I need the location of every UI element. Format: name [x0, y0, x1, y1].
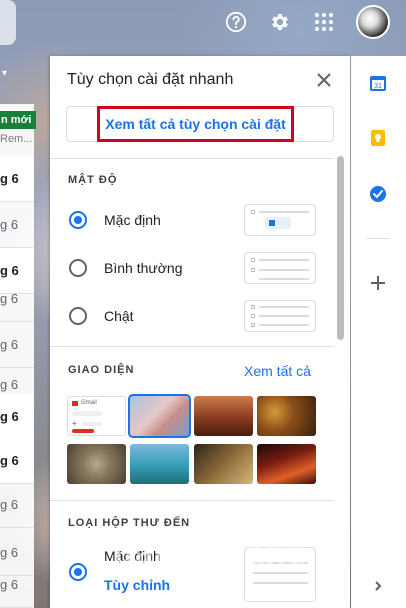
density-comfortable-label: Bình thường: [104, 260, 183, 276]
density-default-thumbnail[interactable]: [244, 204, 316, 236]
density-heading: MẬT ĐỘ: [68, 174, 118, 186]
theme-chess-tile[interactable]: [194, 444, 253, 484]
density-compact-label: Chật: [104, 308, 134, 324]
theme-rock-tile[interactable]: [257, 444, 316, 484]
gear-icon[interactable]: [266, 8, 294, 36]
density-comfortable-radio[interactable]: [69, 259, 87, 277]
divider: [50, 158, 334, 159]
table-row[interactable]: g 6: [0, 156, 34, 202]
divider: [50, 346, 334, 347]
see-all-themes-link[interactable]: Xem tất cả: [244, 363, 311, 379]
table-row[interactable]: g 6: [0, 562, 34, 608]
tasks-icon[interactable]: [367, 183, 389, 205]
table-row[interactable]: g 6: [0, 276, 34, 322]
close-icon[interactable]: [314, 70, 334, 90]
svg-text:31: 31: [374, 83, 382, 90]
theme-leaves-tile[interactable]: [257, 396, 316, 436]
density-comfortable-thumbnail[interactable]: [244, 252, 316, 284]
chevron-right-icon[interactable]: [367, 575, 389, 597]
search-bar[interactable]: [0, 0, 16, 45]
inbox-customize-link[interactable]: Tùy chỉnh: [104, 577, 170, 593]
new-mail-badge: n mới: [0, 111, 36, 129]
table-row[interactable]: g 6: [0, 482, 34, 528]
density-default-radio[interactable]: [69, 211, 87, 229]
watermark: uantrimang: [113, 534, 309, 572]
density-compact-radio[interactable]: [69, 307, 87, 325]
apps-grid-icon[interactable]: [310, 8, 338, 36]
calendar-icon[interactable]: 31: [367, 72, 389, 94]
theme-blossom-tile[interactable]: [128, 394, 191, 438]
theme-default-tile[interactable]: Gmail +: [67, 396, 126, 436]
quick-settings-panel: Tùy chọn cài đặt nhanh Xem tất cả tùy ch…: [50, 56, 350, 608]
divider: [366, 238, 390, 239]
inbox-default-radio[interactable]: [69, 563, 87, 581]
scrollbar[interactable]: [337, 156, 344, 340]
keep-icon[interactable]: [367, 127, 389, 149]
avatar[interactable]: [356, 5, 390, 39]
theme-shell-tile[interactable]: [67, 444, 126, 484]
theme-canyon-tile[interactable]: [194, 396, 253, 436]
mail-snippet: Rem...: [0, 133, 33, 145]
see-all-settings-button[interactable]: Xem tất cả tùy chọn cài đặt: [97, 106, 294, 142]
panel-title: Tùy chọn cài đặt nhanh: [67, 71, 234, 88]
add-icon[interactable]: [367, 272, 389, 294]
inbox-type-heading: LOẠI HỘP THƯ ĐẾN: [68, 517, 191, 529]
chevron-down-icon[interactable]: ▾: [2, 68, 7, 79]
table-row[interactable]: g 6: [0, 202, 34, 248]
density-compact-thumbnail[interactable]: [244, 300, 316, 332]
table-row[interactable]: g 6: [0, 438, 34, 484]
theme-lake-tile[interactable]: [130, 444, 189, 484]
gmail-thumb-label: Gmail: [81, 400, 97, 406]
table-row[interactable]: g 6: [0, 394, 34, 440]
divider: [50, 500, 334, 501]
help-icon[interactable]: [222, 8, 250, 36]
theme-heading: GIAO DIỆN: [68, 364, 135, 376]
density-default-label: Mặc định: [104, 212, 161, 228]
